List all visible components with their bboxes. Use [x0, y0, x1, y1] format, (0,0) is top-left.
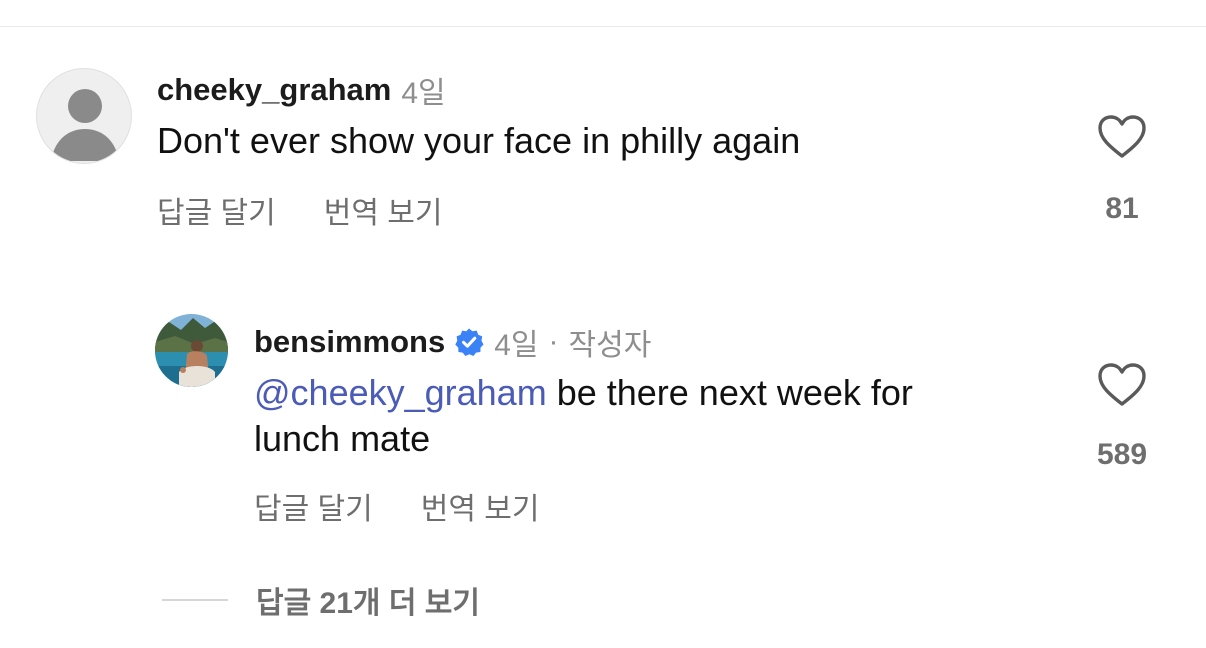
- separator-dot: ·: [548, 325, 559, 358]
- verified-badge-icon: [455, 328, 484, 356]
- heart-outline-icon: [1098, 115, 1146, 158]
- comment-body: Don't ever show your face in philly agai…: [157, 120, 801, 161]
- comment-header: bensimmons 4일 · 작성자: [254, 320, 651, 364]
- translate-button[interactable]: 번역 보기: [421, 484, 540, 528]
- default-avatar-icon: [51, 89, 119, 161]
- comment-body-part: be there next week for: [546, 372, 913, 413]
- author-badge: 작성자: [568, 329, 652, 362]
- avatar-cheeky-graham[interactable]: [36, 68, 132, 164]
- comment-line-2: lunch mate: [254, 418, 431, 459]
- comment-actions: 답글 달기 번역 보기: [254, 484, 540, 528]
- comment-age: 4일: [494, 329, 539, 362]
- comment-text: @cheeky_graham be there next week for lu…: [254, 370, 913, 462]
- comment-age: 4일: [401, 77, 446, 110]
- like-button[interactable]: [1097, 114, 1147, 160]
- avatar-bensimmons[interactable]: [155, 314, 228, 387]
- reply-button[interactable]: 답글 달기: [157, 188, 276, 232]
- comment-text: Don't ever show your face in philly agai…: [157, 118, 800, 164]
- view-more-replies-button[interactable]: 답글 21개 더 보기: [162, 578, 480, 622]
- translate-button[interactable]: 번역 보기: [324, 188, 443, 232]
- comment-line-1: @cheeky_graham be there next week for: [254, 370, 913, 416]
- mention-link[interactable]: @cheeky_graham: [254, 372, 547, 413]
- top-divider: [0, 26, 1206, 27]
- reply-button[interactable]: 답글 달기: [254, 484, 373, 528]
- comment-actions: 답글 달기 번역 보기: [157, 188, 443, 232]
- username[interactable]: cheeky_graham: [157, 72, 391, 108]
- heart-outline-icon: [1098, 363, 1146, 406]
- like-count: 81: [1105, 192, 1139, 225]
- like-button[interactable]: [1097, 362, 1147, 408]
- view-more-divider: [162, 599, 228, 601]
- comment-header: cheeky_graham 4일: [157, 68, 446, 112]
- view-more-label: 답글 21개 더 보기: [256, 587, 480, 620]
- username[interactable]: bensimmons: [254, 324, 445, 360]
- like-count: 589: [1096, 438, 1148, 471]
- profile-photo: [155, 314, 228, 387]
